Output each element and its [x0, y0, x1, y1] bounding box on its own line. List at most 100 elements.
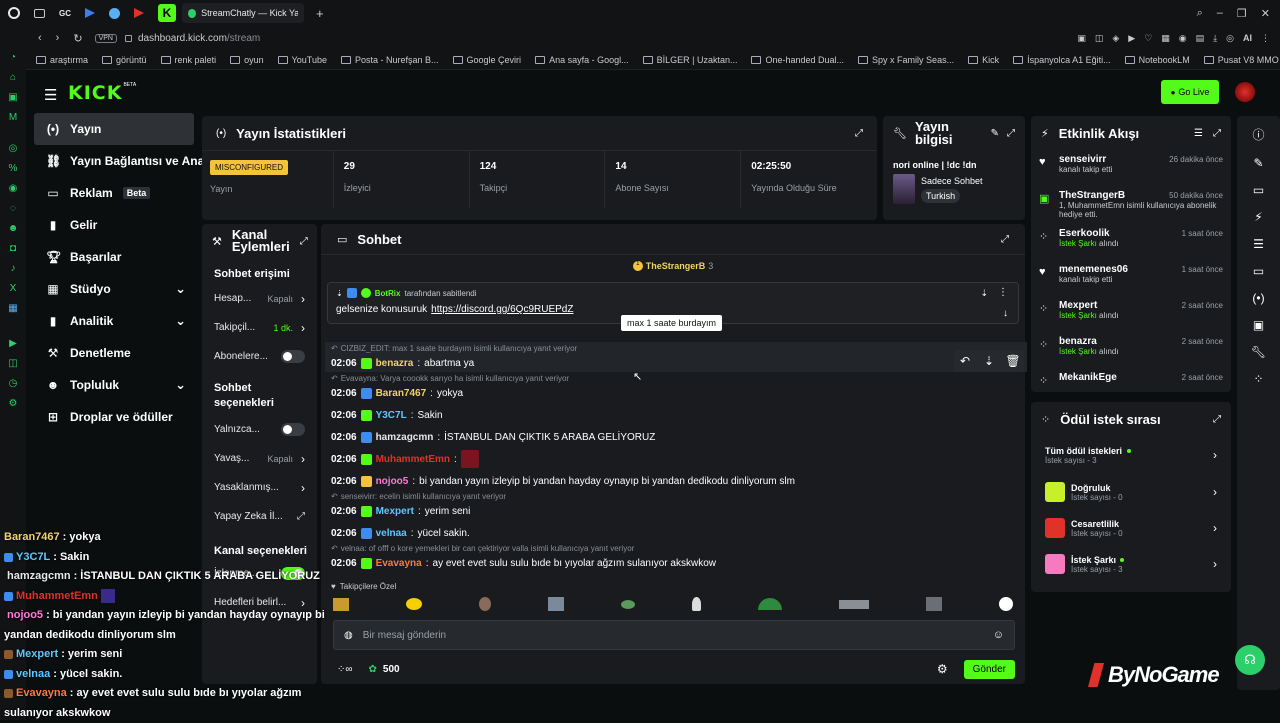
- nav-item[interactable]: ▮Analitik⌄: [34, 305, 194, 337]
- sidebar-history-icon[interactable]: ◔: [10, 52, 16, 63]
- close-icon[interactable]: ✕: [1261, 7, 1270, 20]
- delete-icon[interactable]: 🗑︎: [1002, 350, 1024, 372]
- user-avatar[interactable]: [1235, 82, 1255, 102]
- send-button[interactable]: Gönder: [964, 660, 1015, 679]
- emote-8[interactable]: [839, 600, 869, 609]
- sidebar-percent-icon[interactable]: %: [9, 163, 18, 174]
- reward-item[interactable]: İstek Şarkıİstek sayısı - 3›: [1031, 546, 1231, 582]
- bookmark-item[interactable]: Kick: [968, 55, 999, 65]
- vpn-badge[interactable]: VPN: [95, 34, 117, 43]
- extension-icon-2[interactable]: ◫: [1095, 33, 1104, 44]
- message-username[interactable]: Mexpert: [376, 506, 414, 517]
- bookmark-item[interactable]: oyun: [230, 55, 264, 65]
- nav-item[interactable]: ⚒Denetleme: [34, 337, 194, 369]
- bookmark-item[interactable]: BİLGER | Uzaktan...: [643, 55, 738, 65]
- message-username[interactable]: hamzagcmn: [376, 432, 434, 443]
- settings-icon[interactable]: ⚙: [937, 662, 948, 676]
- message-username[interactable]: velnaa: [376, 528, 407, 539]
- bookmark-item[interactable]: İspanyolca A1 Eğiti...: [1013, 55, 1111, 65]
- active-tab[interactable]: StreamChatly — Kick Yayın: [182, 3, 304, 23]
- sidebar-messenger-icon[interactable]: ◉: [9, 183, 18, 194]
- toggle-switch[interactable]: [281, 423, 305, 436]
- setting-row[interactable]: Hesap...Kapalı›: [202, 284, 317, 313]
- lightning-icon[interactable]: ⚡︎: [1254, 210, 1262, 224]
- expand-icon[interactable]: ⤢: [1213, 128, 1221, 139]
- message-username[interactable]: MuhammetEmn: [376, 454, 450, 465]
- nav-item[interactable]: ☻Topluluk⌄: [34, 369, 194, 401]
- nav-item[interactable]: (•)Yayın: [34, 113, 194, 145]
- wrench-icon[interactable]: 🔧︎: [1251, 345, 1266, 359]
- tab-icon-1[interactable]: [34, 9, 45, 18]
- message-username[interactable]: Y3C7L: [376, 410, 407, 421]
- message-username[interactable]: Evavayna: [376, 558, 422, 569]
- sidebar-x-icon[interactable]: X: [10, 283, 17, 294]
- kick-tab-favicon[interactable]: K: [158, 4, 176, 22]
- emote-3[interactable]: [479, 597, 491, 611]
- nav-item[interactable]: ▦Stüdyo⌄: [34, 273, 194, 305]
- heart-icon[interactable]: ♡: [1144, 33, 1152, 44]
- filter-icon[interactable]: ☰: [1194, 128, 1203, 139]
- collapse-icon[interactable]: ↓: [1003, 308, 1008, 319]
- emoji-icon[interactable]: ☺: [993, 629, 1004, 641]
- message-username[interactable]: benazra: [376, 358, 414, 369]
- bookmark-item[interactable]: Spy x Family Seas...: [858, 55, 954, 65]
- sidebar-tiktok-icon[interactable]: ♪: [11, 263, 16, 274]
- bookmark-item[interactable]: YouTube: [278, 55, 327, 65]
- message-username[interactable]: nojoo5: [376, 476, 409, 487]
- setting-row[interactable]: Yavaş...Kapalı›: [202, 444, 317, 473]
- url-field[interactable]: dashboard.kick.com /stream: [138, 33, 260, 44]
- support-button[interactable]: ☊: [1235, 645, 1265, 675]
- forward-icon[interactable]: ›: [56, 32, 60, 44]
- emote-9[interactable]: [926, 597, 942, 611]
- setting-row[interactable]: Yalnızca...: [202, 415, 317, 444]
- setting-row[interactable]: Yapay Zeka İl...⤢: [202, 502, 317, 531]
- nav-item[interactable]: ⛓Yayın Bağlantısı ve Anahtar: [34, 145, 194, 177]
- chat-icon[interactable]: ▭: [1253, 264, 1264, 278]
- setting-row[interactable]: Yasaklanmış...›: [202, 473, 317, 502]
- bookmark-item[interactable]: Posta - Nurefşan B...: [341, 55, 439, 65]
- sidebar-play-icon[interactable]: ▶: [9, 338, 17, 349]
- sidebar-instagram-icon[interactable]: ◘: [10, 243, 16, 254]
- reload-icon[interactable]: ↻: [73, 32, 82, 45]
- edit-icon[interactable]: ✎: [991, 128, 999, 139]
- rewards-icon[interactable]: ⁘∞: [337, 664, 353, 675]
- pin-message-icon[interactable]: ⇣: [978, 350, 1000, 372]
- reward-item[interactable]: Cesaretlilikİstek sayısı - 0›: [1031, 510, 1231, 546]
- reply-icon[interactable]: ↶: [954, 350, 976, 372]
- sidebar-bag-icon[interactable]: ◫: [8, 358, 17, 369]
- emote-4[interactable]: [548, 597, 564, 611]
- bookmark-item[interactable]: Ana sayfa - Googl...: [535, 55, 629, 65]
- sidebar-chatgpt-icon[interactable]: ◎: [9, 143, 18, 154]
- sidebar-whatsapp-icon[interactable]: ◌: [10, 203, 16, 214]
- reward-item[interactable]: Doğrulukİstek sayısı - 0›: [1031, 474, 1231, 510]
- extension-icon-1[interactable]: ▣: [1077, 33, 1086, 44]
- extension-icon-5[interactable]: ◉: [1179, 33, 1187, 44]
- expand-icon[interactable]: ⤢: [855, 128, 863, 139]
- sidebar-app-icon[interactable]: ▦: [8, 303, 17, 314]
- search-icon[interactable]: ⌕: [1197, 7, 1203, 20]
- tab-icon-3[interactable]: [85, 8, 95, 18]
- ai-button[interactable]: AI: [1243, 33, 1252, 43]
- message-username[interactable]: Baran7467: [376, 388, 427, 399]
- kick-logo[interactable]: KICK BETA: [68, 82, 136, 104]
- nav-item[interactable]: ▮Gelir: [34, 209, 194, 241]
- setting-row[interactable]: Takipçil...1 dk.›: [202, 313, 317, 342]
- bookmark-item[interactable]: One-handed Dual...: [751, 55, 844, 65]
- sidebar-home-icon[interactable]: ⌂: [10, 72, 16, 83]
- hamburger-menu-icon[interactable]: ☰: [44, 86, 57, 104]
- chat-input[interactable]: ◍ Bir mesaj gönderin ☺: [333, 620, 1015, 650]
- opera-logo-icon[interactable]: [8, 7, 20, 19]
- broadcast-icon[interactable]: (•): [1252, 291, 1264, 305]
- unpin-icon[interactable]: ⇣: [980, 288, 988, 299]
- minimize-icon[interactable]: –: [1217, 7, 1223, 19]
- emote-2[interactable]: [406, 598, 422, 610]
- sidebar-settings-icon[interactable]: ⚙: [9, 398, 18, 409]
- bookmark-item[interactable]: görüntü: [102, 55, 147, 65]
- nav-item[interactable]: 🏆︎Başarılar: [34, 241, 194, 273]
- emote-6[interactable]: [692, 597, 701, 611]
- download-icon[interactable]: ⤓: [1213, 33, 1217, 44]
- shield-icon[interactable]: ◈: [1112, 33, 1119, 44]
- tv-icon[interactable]: ▭: [1253, 183, 1264, 197]
- list-icon[interactable]: ☰: [1253, 237, 1264, 251]
- nav-item[interactable]: ⊞Droplar ve ödüller: [34, 401, 194, 433]
